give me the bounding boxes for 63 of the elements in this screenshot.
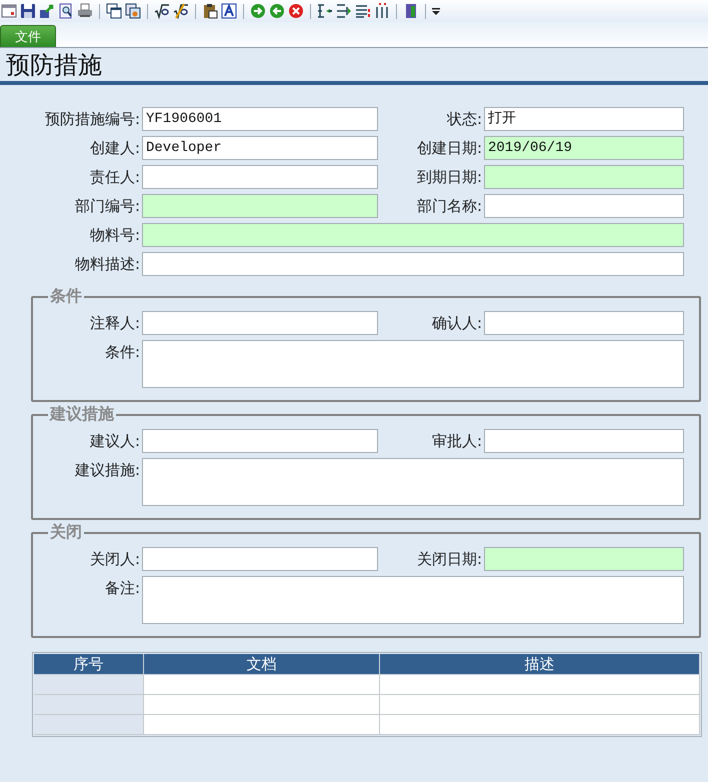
indent-left-icon[interactable] bbox=[317, 3, 333, 19]
input-field[interactable]: 2019/06/19 bbox=[484, 136, 684, 160]
field-label: 建议人: bbox=[88, 431, 141, 452]
field-label: 预防措施编号: bbox=[44, 109, 141, 130]
field-label: 备注: bbox=[104, 578, 141, 599]
columns-icon[interactable] bbox=[374, 3, 390, 19]
field-label: 物料号: bbox=[88, 225, 141, 246]
field-label: 责任人: bbox=[88, 167, 141, 188]
page-title: 预防措施 bbox=[5, 50, 103, 81]
image-copy-icon[interactable] bbox=[125, 3, 141, 19]
field-label: 条件: bbox=[104, 342, 141, 363]
clipboard-icon[interactable] bbox=[202, 3, 218, 19]
field-label: 审批人: bbox=[430, 431, 483, 452]
field-label: 确认人: bbox=[430, 313, 483, 334]
indent-right-icon[interactable] bbox=[336, 3, 352, 19]
calendar-icon[interactable] bbox=[1, 3, 17, 19]
print-icon[interactable] bbox=[77, 3, 93, 19]
back-icon[interactable] bbox=[269, 3, 285, 19]
column-header: 文档 bbox=[144, 654, 380, 675]
field-label: 创建人: bbox=[88, 138, 141, 159]
column-header: 序号 bbox=[34, 654, 144, 675]
save-icon[interactable] bbox=[20, 3, 36, 19]
formula-edit-icon[interactable] bbox=[173, 3, 189, 19]
input-field[interactable] bbox=[484, 311, 684, 335]
rows-icon[interactable] bbox=[355, 3, 371, 19]
menu-tab[interactable]: 文件 bbox=[0, 25, 56, 47]
input-field[interactable]: 打开 bbox=[484, 107, 684, 131]
input-field[interactable] bbox=[142, 165, 378, 189]
field-label: 状态: bbox=[446, 109, 483, 130]
field-label: 物料描述: bbox=[74, 254, 141, 275]
field-label: 关闭日期: bbox=[416, 549, 483, 570]
exit-door-icon[interactable] bbox=[403, 3, 419, 19]
windows-icon[interactable] bbox=[106, 3, 122, 19]
input-field[interactable] bbox=[142, 429, 378, 453]
input-field[interactable] bbox=[142, 311, 378, 335]
export-icon[interactable] bbox=[39, 3, 55, 19]
field-label: 部门编号: bbox=[74, 196, 141, 217]
field-label: 关闭人: bbox=[88, 549, 141, 570]
field-label: 到期日期: bbox=[416, 167, 483, 188]
font-icon[interactable] bbox=[221, 3, 237, 19]
input-field[interactable] bbox=[484, 165, 684, 189]
input-field[interactable]: YF1906001 bbox=[142, 107, 378, 131]
field-label: 创建日期: bbox=[416, 138, 483, 159]
input-field[interactable] bbox=[142, 252, 684, 276]
formula-icon[interactable] bbox=[154, 3, 170, 19]
field-label: 部门名称: bbox=[416, 196, 483, 217]
field-label: 建议措施: bbox=[74, 460, 141, 481]
group-title: 建议措施 bbox=[48, 404, 115, 425]
forward-icon[interactable] bbox=[250, 3, 266, 19]
input-field[interactable] bbox=[142, 194, 378, 218]
input-field[interactable] bbox=[142, 547, 378, 571]
input-field[interactable] bbox=[484, 429, 684, 453]
preview-icon[interactable] bbox=[58, 3, 74, 19]
close-icon[interactable] bbox=[288, 3, 304, 19]
group-title: 关闭 bbox=[48, 522, 83, 543]
dropdown-caret-icon[interactable] bbox=[432, 7, 440, 15]
input-field[interactable] bbox=[142, 223, 684, 247]
input-field[interactable]: Developer bbox=[142, 136, 378, 160]
group-title: 条件 bbox=[49, 286, 83, 307]
input-field[interactable] bbox=[484, 194, 684, 218]
input-field[interactable] bbox=[484, 547, 684, 571]
field-label: 注释人: bbox=[88, 313, 141, 334]
column-header: 描述 bbox=[380, 654, 700, 675]
